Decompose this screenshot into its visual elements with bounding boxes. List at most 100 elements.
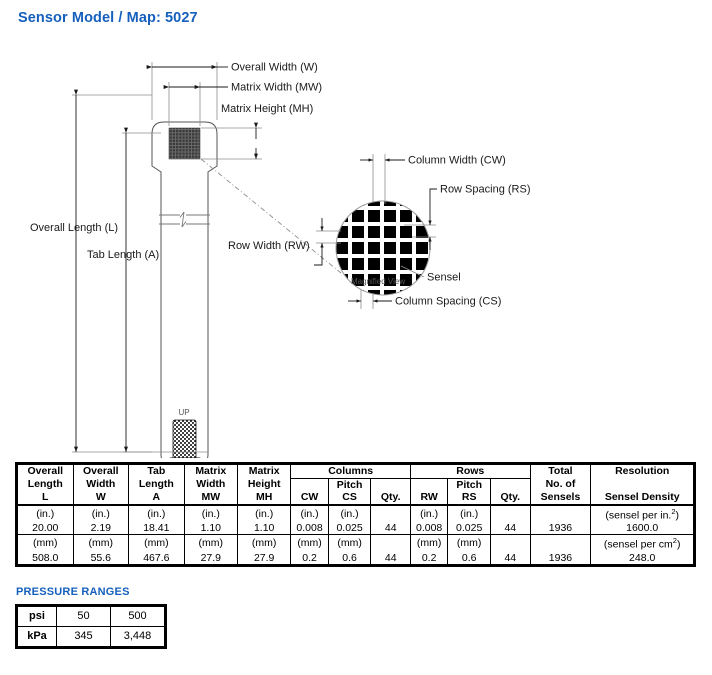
unit-in-11: [529, 503, 592, 522]
val-mm-1: 55.6: [72, 551, 130, 566]
label-column-width: Column Width (CW): [408, 155, 506, 167]
unit-mm-6: (mm): [327, 534, 372, 552]
spec-table: Overall Overall Tab Matrix Matrix Column…: [17, 464, 694, 566]
val-mm-7: 44: [370, 551, 411, 566]
unit-in-4: (in.): [236, 503, 292, 522]
col-head-l2-10: [490, 477, 531, 492]
unit-mm-9: (mm): [447, 534, 492, 552]
label-sensel: Sensel: [427, 272, 461, 284]
unit-in-12: (sensel per in.2): [590, 503, 694, 522]
val-mm-9: 0.6: [447, 551, 492, 566]
col-head-l3-9: RS: [447, 491, 492, 506]
up-marking-label: UP: [178, 408, 189, 417]
pressure-kpa-value-1: 3,448: [110, 626, 165, 647]
val-mm-12: 248.0: [590, 551, 694, 566]
group-header-columns: Columns: [290, 464, 411, 479]
unit-in-3: (in.): [183, 503, 238, 522]
label-magnified-view: Magnified View: [351, 277, 405, 286]
val-mm-10: 44: [490, 551, 531, 566]
val-mm-2: 467.6: [128, 551, 185, 566]
val-in-2: 18.41: [128, 521, 185, 536]
val-in-0: 20.00: [17, 521, 74, 536]
unit-mm-10: [490, 534, 531, 552]
val-in-5: 0.008: [290, 521, 329, 536]
unit-in-8: (in.): [409, 503, 449, 522]
val-in-3: 1.10: [183, 521, 238, 536]
col-head-l3-5: CW: [290, 491, 329, 506]
col-head-l2-5: [290, 477, 329, 492]
unit-in-6: (in.): [327, 503, 372, 522]
label-row-spacing: Row Spacing (RS): [440, 184, 530, 196]
col-head-l3-6: CS: [327, 491, 372, 506]
val-in-8: 0.008: [409, 521, 449, 536]
col-head-l1-0: Overall: [17, 464, 74, 479]
val-mm-8: 0.2: [409, 551, 449, 566]
val-mm-11: 1936: [529, 551, 592, 566]
col-head-l1-3: Matrix: [183, 464, 238, 479]
col-head-l3-12: Sensel Density: [590, 491, 694, 506]
table-header-row-2: Length Width Length Width Height Pitch P…: [17, 477, 694, 492]
col-head-l2-1: Width: [72, 478, 130, 492]
col-head-l2-7: [370, 477, 411, 492]
group-header-rows: Rows: [409, 464, 531, 479]
col-head-l2-4: Height: [236, 478, 292, 492]
pressure-unit-psi: psi: [17, 606, 57, 627]
col-head-l1-12: Resolution: [590, 464, 694, 479]
col-head-l2-12: [590, 478, 694, 492]
val-in-6: 0.025: [327, 521, 372, 536]
table-row-units-inch: (in.) (in.) (in.) (in.) (in.) (in.) (in.…: [17, 503, 694, 522]
col-head-l1-1: Overall: [72, 464, 130, 479]
val-mm-3: 27.9: [183, 551, 238, 566]
unit-in-5: (in.): [290, 503, 329, 522]
sensor-drawing: UP Overall Width (W) Matrix Width (MW) M…: [0, 34, 712, 458]
val-in-9: 0.025: [447, 521, 492, 536]
unit-mm-2: (mm): [128, 534, 185, 552]
res-unit-mm-text: (sensel per cm: [603, 538, 673, 551]
col-head-l3-11: Sensels: [529, 491, 592, 506]
label-tab-length: Tab Length (A): [87, 249, 159, 261]
pressure-kpa-value-0: 345: [56, 626, 111, 647]
val-in-7: 44: [370, 521, 411, 536]
pressure-row-psi: psi 50 500: [17, 606, 165, 627]
col-head-l2-0: Length: [17, 478, 74, 492]
val-in-10: 44: [490, 521, 531, 536]
unit-in-2: (in.): [128, 503, 185, 522]
table-header-row-3: L W A MW MH CW CS Qty. RW RS Qty. Sensel…: [17, 491, 694, 506]
unit-mm-11: [529, 534, 592, 552]
val-in-1: 2.19: [72, 521, 130, 536]
col-head-l3-10: Qty.: [490, 491, 531, 506]
val-mm-4: 27.9: [236, 551, 292, 566]
unit-mm-1: (mm): [72, 534, 130, 552]
unit-mm-12: (sensel per cm2): [590, 534, 694, 552]
unit-mm-3: (mm): [183, 534, 238, 552]
pressure-ranges-table-wrapper: psi 50 500 kPa 345 3,448: [15, 604, 167, 649]
pressure-ranges-title: PRESSURE RANGES: [16, 586, 130, 598]
unit-mm-0: (mm): [17, 534, 74, 552]
label-row-width: Row Width (RW): [228, 240, 310, 252]
val-in-11: 1936: [529, 521, 592, 536]
pressure-psi-value-0: 50: [56, 606, 111, 627]
val-in-4: 1.10: [236, 521, 292, 536]
col-head-l3-0: L: [17, 491, 74, 506]
col-head-l1-2: Tab: [128, 464, 185, 479]
label-matrix-height: Matrix Height (MH): [221, 103, 313, 115]
col-head-l2-11: No. of: [529, 478, 592, 492]
label-matrix-width: Matrix Width (MW): [231, 82, 322, 94]
table-row-values-mm: 508.0 55.6 467.6 27.9 27.9 0.2 0.6 44 0.…: [17, 551, 694, 566]
table-group-header-row: Overall Overall Tab Matrix Matrix Column…: [17, 464, 694, 479]
pressure-row-kpa: kPa 345 3,448: [17, 626, 165, 647]
col-head-l2-6: Pitch: [327, 477, 372, 492]
val-mm-6: 0.6: [327, 551, 372, 566]
col-head-l3-1: W: [72, 491, 130, 506]
col-head-l2-9: Pitch: [447, 477, 492, 492]
pressure-ranges-table: psi 50 500 kPa 345 3,448: [17, 606, 165, 647]
pressure-unit-kpa: kPa: [17, 626, 57, 647]
col-head-l3-8: RW: [409, 491, 449, 506]
col-head-l2-3: Width: [183, 478, 238, 492]
col-head-l1-11: Total: [529, 464, 592, 479]
unit-mm-5: (mm): [290, 534, 329, 552]
page-title: Sensor Model / Map: 5027: [18, 10, 198, 26]
unit-mm-8: (mm): [409, 534, 449, 552]
col-head-l3-2: A: [128, 491, 185, 506]
unit-in-1: (in.): [72, 503, 130, 522]
